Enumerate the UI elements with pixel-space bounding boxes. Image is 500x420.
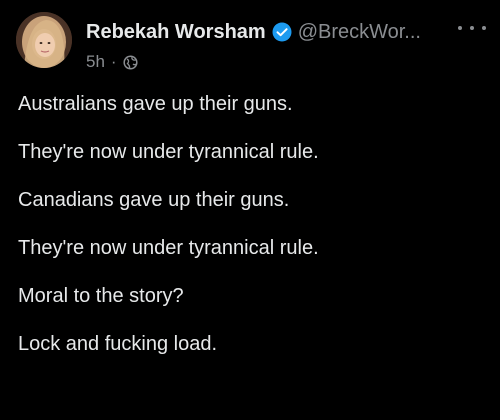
author-display-name[interactable]: Rebekah Worsham	[86, 21, 266, 44]
globe-icon	[123, 54, 138, 70]
post-body: Australians gave up their guns. They're …	[18, 88, 488, 376]
post-line: Lock and fucking load.	[18, 333, 218, 355]
post-line: They're now under tyrannical rule.	[18, 237, 319, 259]
post-meta: 5h ·	[86, 51, 138, 73]
avatar-photo	[16, 12, 72, 68]
post-line: Australians gave up their guns.	[18, 93, 293, 115]
post-line: Moral to the story?	[18, 285, 184, 307]
post-header: Rebekah Worsham @BreckWor...	[86, 19, 446, 45]
post-card: Rebekah Worsham @BreckWor... 5h · Austra…	[0, 0, 500, 420]
avatar[interactable]	[16, 12, 72, 68]
post-timestamp[interactable]: 5h	[86, 52, 105, 72]
more-dot	[482, 26, 486, 30]
more-dot	[470, 26, 474, 30]
author-handle[interactable]: @BreckWor...	[298, 21, 421, 44]
more-dot	[458, 26, 462, 30]
verified-badge-icon	[272, 22, 292, 42]
post-line: They're now under tyrannical rule.	[18, 141, 319, 163]
meta-separator: ·	[110, 52, 117, 71]
post-line: Canadians gave up their guns.	[18, 189, 290, 211]
more-options-icon[interactable]	[458, 18, 486, 38]
